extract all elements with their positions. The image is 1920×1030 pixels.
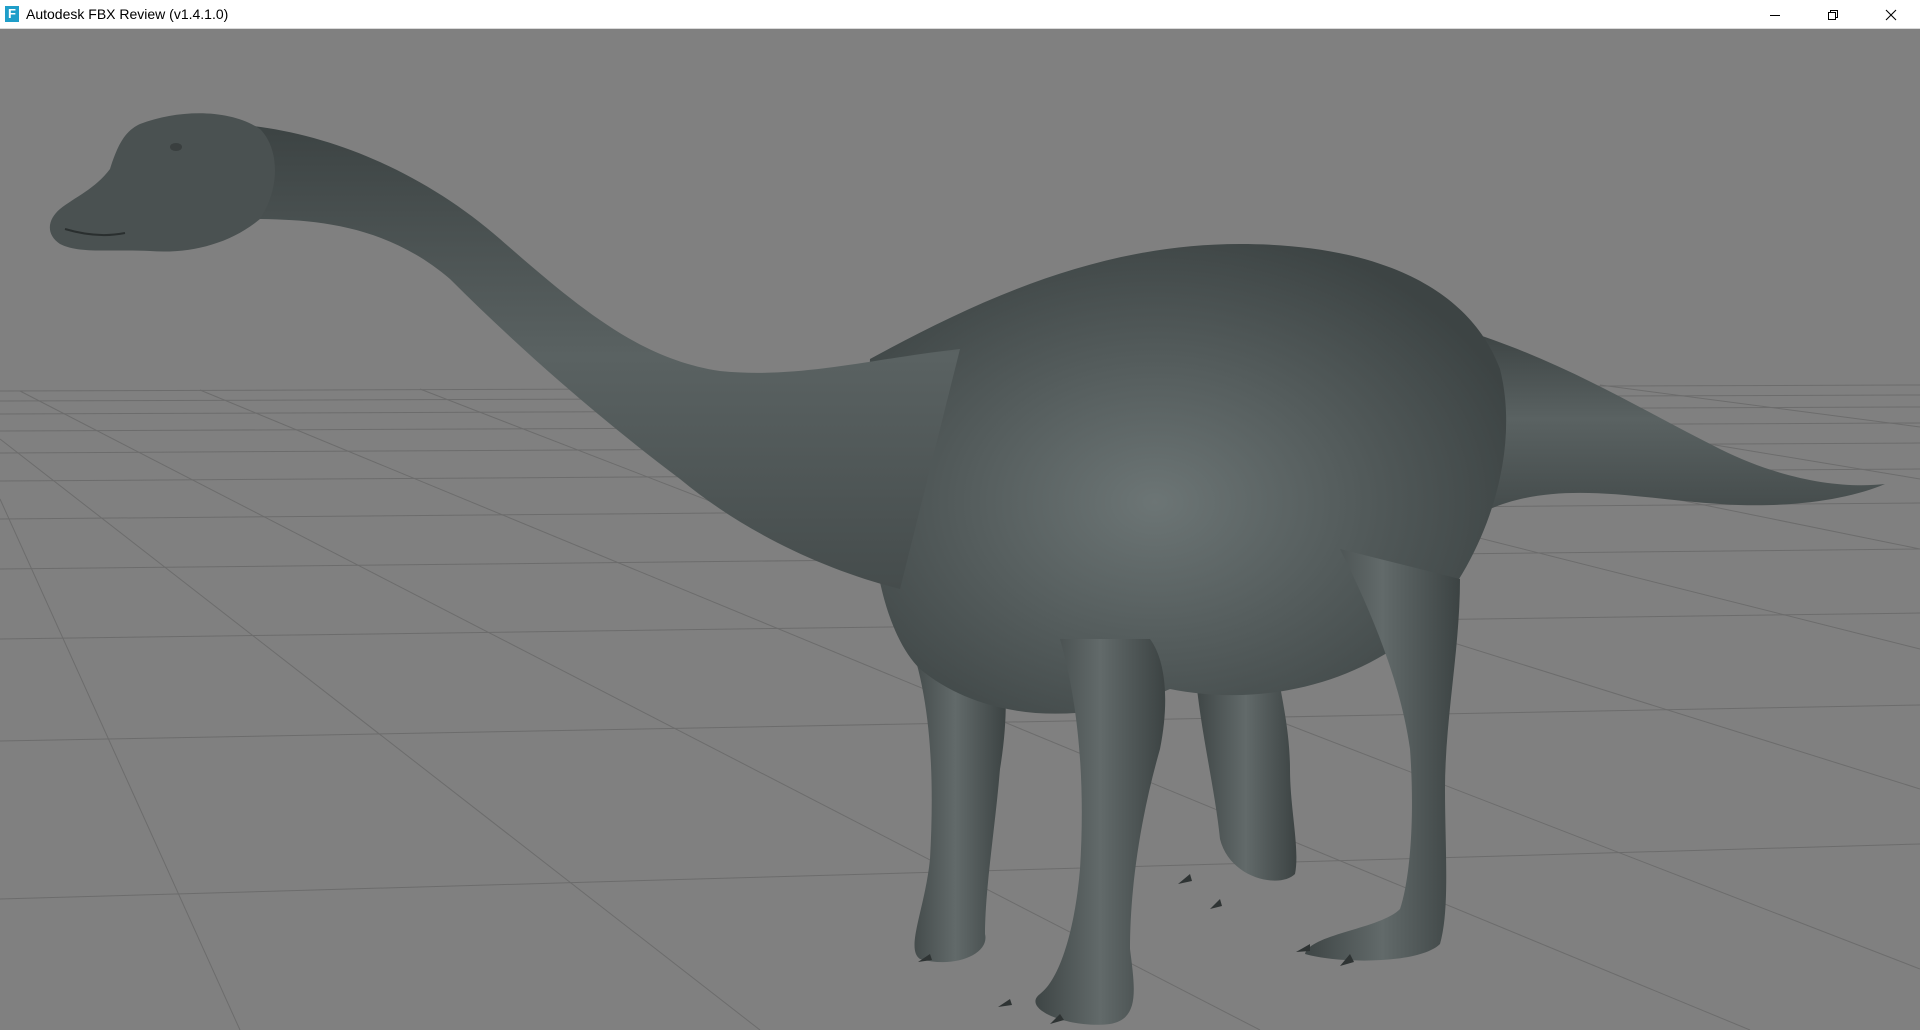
app-window: F Autodesk FBX Review (v1.4.1.0)	[0, 0, 1920, 1030]
restore-icon	[1828, 9, 1838, 20]
minimize-icon	[1770, 14, 1780, 16]
eye	[170, 143, 182, 151]
neck	[230, 124, 960, 589]
fbx-app-icon: F	[5, 6, 19, 22]
head	[49, 113, 276, 252]
window-controls	[1746, 0, 1920, 29]
tail	[1460, 329, 1885, 509]
minimize-button[interactable]	[1746, 0, 1804, 29]
3d-viewport[interactable]	[0, 29, 1920, 1030]
title-bar[interactable]: F Autodesk FBX Review (v1.4.1.0)	[0, 0, 1920, 29]
dinosaur-model[interactable]	[49, 113, 1885, 1025]
close-icon	[1885, 9, 1897, 20]
scene-canvas	[0, 113, 1920, 1030]
restore-button[interactable]	[1804, 0, 1862, 29]
close-button[interactable]	[1862, 0, 1920, 29]
window-title: Autodesk FBX Review (v1.4.1.0)	[26, 6, 229, 22]
